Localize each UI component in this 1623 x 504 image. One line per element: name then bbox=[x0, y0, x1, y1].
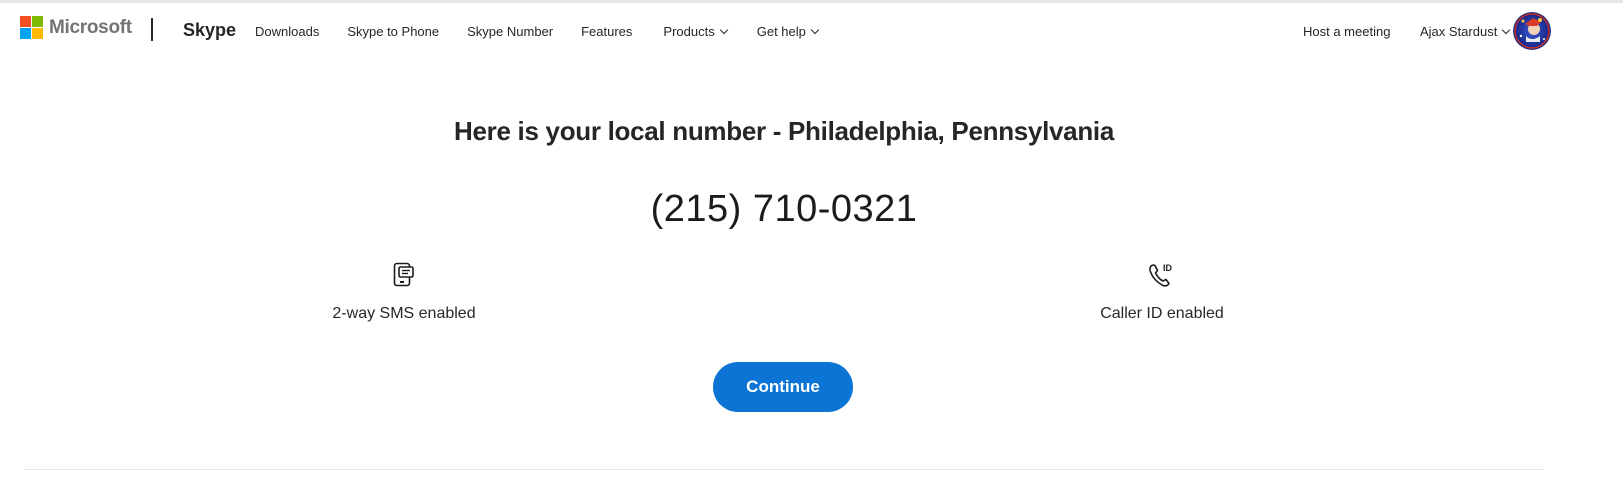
chevron-down-icon bbox=[719, 25, 728, 35]
avatar[interactable] bbox=[1513, 12, 1551, 50]
host-meeting-link[interactable]: Host a meeting bbox=[1303, 24, 1390, 39]
avatar-image bbox=[1513, 12, 1551, 50]
feature-sms: 2-way SMS enabled bbox=[294, 262, 514, 323]
chevron-down-icon bbox=[810, 25, 820, 35]
phone-number: (215) 710-0321 bbox=[650, 188, 918, 230]
user-name: Ajax Stardust bbox=[1420, 24, 1498, 39]
microsoft-logo-link[interactable]: Microsoft bbox=[20, 16, 132, 39]
continue-button[interactable]: Continue bbox=[713, 362, 853, 412]
skype-brand-link[interactable]: Skype bbox=[183, 20, 236, 41]
microsoft-wordmark: Microsoft bbox=[49, 16, 132, 38]
footer-divider bbox=[25, 469, 1543, 470]
nav-label: Get help bbox=[756, 24, 806, 39]
microsoft-logo-icon bbox=[20, 16, 43, 39]
header-divider bbox=[151, 18, 153, 41]
host-meeting-label: Host a meeting bbox=[1303, 24, 1391, 39]
nav-label: Skype Number bbox=[467, 24, 554, 39]
nav-label: Downloads bbox=[255, 24, 320, 39]
feature-label: Caller ID enabled bbox=[1100, 305, 1224, 322]
feature-label: 2-way SMS enabled bbox=[332, 305, 476, 322]
nav-features[interactable]: Features bbox=[581, 24, 632, 39]
nav-downloads[interactable]: Downloads bbox=[255, 24, 319, 39]
nav-products-dropdown[interactable]: Products bbox=[663, 24, 728, 39]
nav-skype-to-phone[interactable]: Skype to Phone bbox=[347, 24, 439, 39]
main-nav: Downloads Skype to Phone Skype Number Fe… bbox=[255, 24, 820, 39]
nav-label: Products bbox=[663, 24, 715, 39]
site-header: Microsoft Skype Downloads Skype to Phone… bbox=[0, 3, 1623, 57]
nav-skype-number[interactable]: Skype Number bbox=[467, 24, 553, 39]
nav-get-help-dropdown[interactable]: Get help bbox=[756, 24, 820, 39]
caller-id-icon: ID bbox=[1149, 263, 1173, 287]
sms-phone-icon bbox=[393, 262, 414, 287]
account-menu-button[interactable]: Ajax Stardust bbox=[1420, 24, 1511, 39]
nav-label: Skype to Phone bbox=[347, 24, 440, 39]
nav-label: Features bbox=[581, 24, 633, 39]
svg-text:ID: ID bbox=[1163, 263, 1173, 273]
feature-caller-id: ID Caller ID enabled bbox=[1052, 262, 1272, 323]
chevron-down-icon bbox=[1502, 25, 1511, 35]
page-title: Here is your local number - Philadelphia… bbox=[453, 116, 1115, 146]
